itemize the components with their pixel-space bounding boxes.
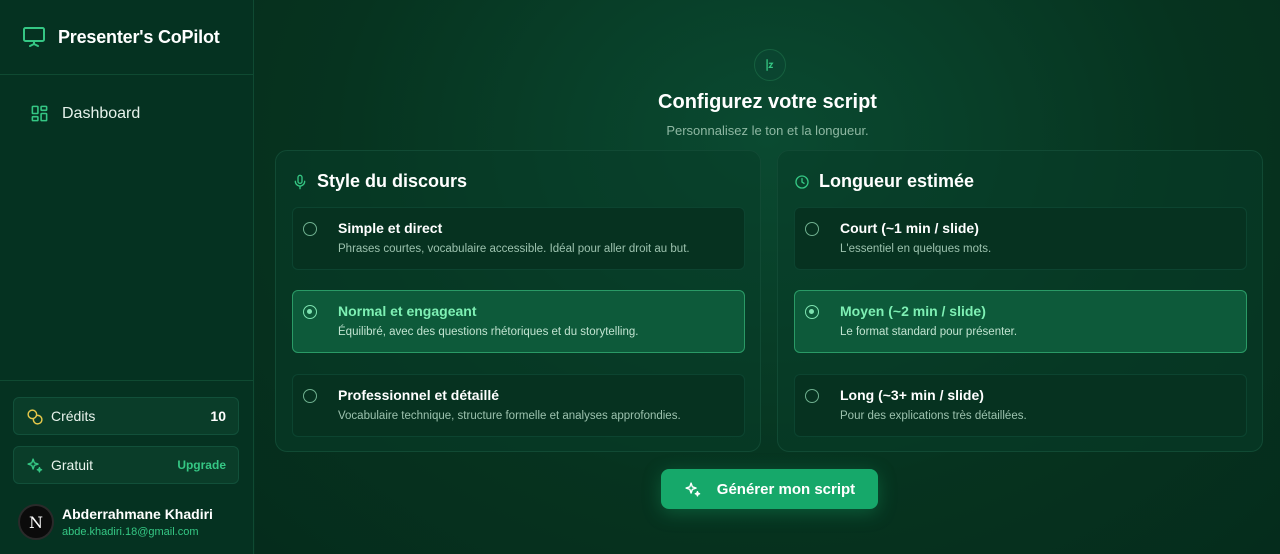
radio-button[interactable]	[805, 222, 819, 236]
style-panel-header: Style du discours	[292, 171, 467, 192]
option-title: Normal et engageant	[338, 303, 477, 319]
style-option-normal[interactable]: Normal et engageant Équilibré, avec des …	[292, 290, 745, 353]
option-description: Pour des explications très détaillées.	[840, 410, 1027, 422]
option-description: Phrases courtes, vocabulaire accessible.…	[338, 243, 690, 255]
length-option-short[interactable]: Court (~1 min / slide) L'essentiel en qu…	[794, 207, 1247, 270]
sidebar-footer: Crédits 10 Gratuit Upgrade N Abderrahman…	[0, 380, 253, 554]
plan-box: Gratuit Upgrade	[13, 446, 239, 484]
upgrade-link[interactable]: Upgrade	[177, 458, 226, 472]
length-panel-header: Longueur estimée	[794, 171, 974, 192]
avatar: N	[18, 504, 54, 540]
length-option-medium[interactable]: Moyen (~2 min / slide) Le format standar…	[794, 290, 1247, 353]
option-description: Le format standard pour présenter.	[840, 326, 1018, 338]
page-title: Configurez votre script	[658, 91, 877, 113]
option-title: Simple et direct	[338, 220, 443, 236]
style-panel-title: Style du discours	[317, 171, 468, 191]
option-description: Équilibré, avec des questions rhétorique…	[338, 326, 639, 338]
radio-button[interactable]	[303, 222, 317, 236]
sparkles-icon	[685, 481, 701, 497]
radio-button[interactable]	[805, 389, 819, 403]
presentation-screen-icon	[23, 27, 45, 47]
coins-icon	[27, 408, 43, 425]
option-title: Professionnel et détaillé	[338, 387, 500, 403]
option-description: Vocabulaire technique, structure formell…	[338, 410, 681, 422]
length-option-long[interactable]: Long (~3+ min / slide) Pour des explicat…	[794, 374, 1247, 437]
option-title: Long (~3+ min / slide)	[840, 387, 984, 403]
credits-label: Crédits	[51, 408, 96, 424]
sparkles-icon	[27, 457, 43, 473]
style-panel: Style du discours Simple et direct Phras…	[275, 150, 761, 452]
user-name: Abderrahmane Khadiri	[62, 506, 213, 522]
option-title: Court (~1 min / slide)	[840, 220, 979, 236]
brand[interactable]: Presenter's CoPilot	[0, 0, 253, 75]
generate-script-button[interactable]: Générer mon script	[661, 469, 878, 509]
main-content: Configurez votre script Personnalisez le…	[255, 0, 1280, 554]
credits-count: 10	[210, 408, 226, 424]
credits-box[interactable]: Crédits 10	[13, 397, 239, 435]
radio-button-selected[interactable]	[303, 305, 317, 319]
style-option-simple[interactable]: Simple et direct Phrases courtes, vocabu…	[292, 207, 745, 270]
sidebar: Presenter's CoPilot Dashboard Crédits 10…	[0, 0, 254, 554]
user-email: abde.khadiri.18@gmail.com	[62, 526, 199, 538]
option-description: L'essentiel en quelques mots.	[840, 243, 992, 255]
radio-button[interactable]	[303, 389, 317, 403]
sidebar-item-dashboard[interactable]: Dashboard	[30, 104, 140, 123]
style-option-professional[interactable]: Professionnel et détaillé Vocabulaire te…	[292, 374, 745, 437]
length-panel: Longueur estimée Court (~1 min / slide) …	[777, 150, 1263, 452]
user-profile[interactable]: N Abderrahmane Khadiri abde.khadiri.18@g…	[18, 504, 213, 540]
clock-icon	[795, 174, 809, 189]
page-subtitle: Personnalisez le ton et la longueur.	[666, 123, 869, 138]
microphone-icon	[294, 174, 306, 189]
length-panel-title: Longueur estimée	[819, 171, 975, 191]
hero-badge	[754, 49, 786, 81]
plan-label: Gratuit	[51, 457, 94, 473]
dashboard-grid-icon	[31, 105, 48, 122]
sidebar-item-label: Dashboard	[62, 104, 141, 122]
generate-button-label: Générer mon script	[716, 480, 856, 498]
app-title: Presenter's CoPilot	[58, 26, 220, 47]
radio-button-selected[interactable]	[805, 305, 819, 319]
script-icon	[766, 59, 774, 71]
option-title: Moyen (~2 min / slide)	[840, 303, 986, 319]
